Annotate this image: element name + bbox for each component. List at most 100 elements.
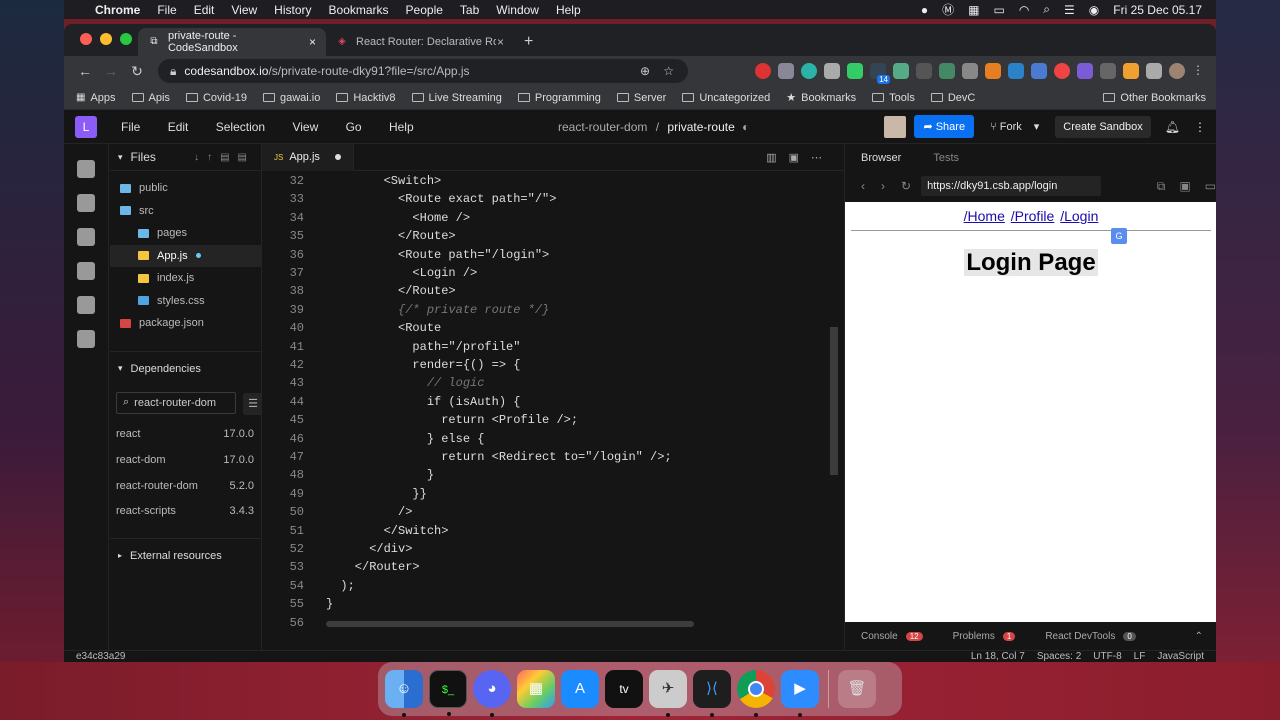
link-profile[interactable]: /Profile xyxy=(1011,208,1055,224)
file-item[interactable]: styles.css xyxy=(110,290,261,313)
horizontal-scrollbar[interactable] xyxy=(326,621,694,627)
preview-fullscreen-icon[interactable]: ▭ xyxy=(1205,179,1216,193)
code-line[interactable]: </Switch> xyxy=(326,524,449,538)
code-line[interactable]: <Route exact path="/"> xyxy=(326,192,556,206)
fork-button[interactable]: ⑂ Fork ▾ xyxy=(982,115,1047,138)
chrome-icon[interactable] xyxy=(737,670,775,717)
project-name[interactable]: react-router-dom xyxy=(558,120,647,134)
settings-icon[interactable] xyxy=(77,228,95,246)
menubar-people[interactable]: People xyxy=(406,3,443,17)
finder-icon[interactable]: ☺ xyxy=(385,670,423,717)
code-line[interactable]: return <Profile />; xyxy=(326,413,578,427)
preview-reload-icon[interactable]: ↻ xyxy=(901,179,911,193)
simulator-icon[interactable]: ✈ xyxy=(649,670,687,717)
extension-icon[interactable] xyxy=(916,63,932,79)
menubar-view[interactable]: View xyxy=(231,3,257,17)
siri-icon[interactable]: ◉ xyxy=(1089,3,1099,17)
browser-tab-codesandbox[interactable]: ⧉ private-route - CodeSandbox × xyxy=(138,28,326,56)
more-options-icon[interactable]: ⋮ xyxy=(1194,120,1206,134)
github-icon[interactable] xyxy=(77,262,95,280)
control-center-icon[interactable]: ☰ xyxy=(1064,3,1075,17)
bookmark-folder[interactable]: Tools xyxy=(872,92,915,104)
code-line[interactable]: </Route> xyxy=(326,229,456,243)
code-line[interactable]: <Route xyxy=(326,321,441,335)
user-avatar[interactable] xyxy=(884,115,907,138)
reload-icon[interactable]: ↻ xyxy=(124,63,150,80)
file-item[interactable]: pages xyxy=(110,222,261,245)
workspace-logo[interactable]: L xyxy=(75,115,97,138)
bookmark-star-item[interactable]: ★ Bookmarks xyxy=(786,91,856,105)
csb-menu-help[interactable]: Help xyxy=(389,120,414,134)
link-home[interactable]: /Home xyxy=(964,208,1005,224)
extension-icon[interactable] xyxy=(1077,63,1093,79)
terminal-icon[interactable]: $_ xyxy=(429,670,467,716)
indentation[interactable]: Spaces: 2 xyxy=(1037,651,1081,662)
code-line[interactable]: // logic xyxy=(326,376,485,390)
battery-icon[interactable]: ▭ xyxy=(993,3,1004,17)
launchpad-icon[interactable]: ▦ xyxy=(517,670,555,708)
extension-icon[interactable] xyxy=(1054,63,1070,79)
preview-back-icon[interactable]: ‹ xyxy=(861,179,865,193)
menubar-help[interactable]: Help xyxy=(556,3,581,17)
bookmark-folder[interactable]: DevC xyxy=(930,92,975,104)
extension-icon[interactable] xyxy=(824,63,840,79)
encoding[interactable]: UTF-8 xyxy=(1093,651,1121,662)
extension-icon[interactable] xyxy=(1031,63,1047,79)
vertical-scrollbar[interactable] xyxy=(830,327,838,475)
extension-icon[interactable] xyxy=(985,63,1001,79)
status-record-icon[interactable]: ● xyxy=(921,3,928,17)
extension-badge-icon[interactable]: 14 xyxy=(870,63,890,84)
code-line[interactable]: path="/profile" xyxy=(326,340,520,354)
code-line[interactable]: render={() => { xyxy=(326,358,520,372)
chevron-down-icon[interactable]: ▾ xyxy=(118,152,123,163)
bookmark-folder[interactable]: gawai.io xyxy=(262,92,320,104)
extension-m-icon[interactable] xyxy=(801,63,817,79)
menubar-tab[interactable]: Tab xyxy=(460,3,479,17)
dependency-search-input[interactable]: ⌕ react-router-dom ☰ xyxy=(116,391,263,415)
code-line[interactable]: if (isAuth) { xyxy=(326,395,521,409)
external-resources-header[interactable]: ▸ External resources xyxy=(110,538,261,572)
bookmark-folder[interactable]: Server xyxy=(616,92,666,104)
dependency-item[interactable]: react-router-dom 5.2.0 xyxy=(110,473,261,499)
code-line[interactable]: <Home /> xyxy=(326,211,470,225)
code-line[interactable]: }} xyxy=(326,487,426,501)
other-bookmarks[interactable]: Other Bookmarks xyxy=(1103,92,1206,104)
bookmark-folder[interactable]: Uncategorized xyxy=(682,92,770,104)
bookmark-folder[interactable]: Apis xyxy=(131,92,170,104)
tab-problems[interactable]: Problems xyxy=(953,631,995,642)
code-line[interactable]: <Route path="/login"> xyxy=(326,248,549,262)
preview-forward-icon[interactable]: › xyxy=(881,179,885,193)
menubar-clock[interactable]: Fri 25 Dec 05.17 xyxy=(1113,3,1202,17)
bookmark-folder[interactable]: Programming xyxy=(517,92,601,104)
csb-menu-view[interactable]: View xyxy=(292,120,318,134)
menubar-window[interactable]: Window xyxy=(496,3,539,17)
line-endings[interactable]: LF xyxy=(1134,651,1146,662)
code-line[interactable]: </Router> xyxy=(326,560,420,574)
menubar-edit[interactable]: Edit xyxy=(194,3,215,17)
status-grid-icon[interactable]: ▦ xyxy=(968,3,979,17)
preview-new-window-icon[interactable]: ▣ xyxy=(1179,179,1190,193)
extension-icon[interactable] xyxy=(893,63,909,79)
tab-react-devtools[interactable]: React DevTools xyxy=(1045,631,1115,642)
link-login[interactable]: /Login xyxy=(1060,208,1098,224)
code-line[interactable]: <Switch> xyxy=(326,174,442,188)
language-mode[interactable]: JavaScript xyxy=(1157,651,1204,662)
code-line[interactable]: } xyxy=(326,597,333,611)
tab-tests[interactable]: Tests xyxy=(933,152,959,164)
app-store-icon[interactable]: A xyxy=(561,670,599,708)
chevron-down-icon[interactable]: ▾ xyxy=(1034,121,1040,133)
dependency-menu-icon[interactable]: ☰ xyxy=(243,392,263,415)
chrome-menu-icon[interactable]: ⋮ xyxy=(1192,63,1208,79)
back-icon[interactable]: ← xyxy=(72,63,98,79)
code-line[interactable]: {/* private route */} xyxy=(326,303,549,317)
csb-menu-edit[interactable]: Edit xyxy=(168,120,189,134)
extension-icon[interactable] xyxy=(1008,63,1024,79)
tab-console[interactable]: Console xyxy=(861,631,898,642)
extension-icon[interactable] xyxy=(1100,63,1116,79)
file-item[interactable]: src xyxy=(110,200,261,223)
preview-open-window-icon[interactable]: ⧉ xyxy=(1157,179,1166,194)
file-item[interactable]: App.js xyxy=(110,244,261,267)
code-line[interactable]: /> xyxy=(326,505,412,519)
dependency-item[interactable]: react-dom 17.0.0 xyxy=(110,447,261,473)
deploy-rocket-icon[interactable] xyxy=(77,296,95,314)
